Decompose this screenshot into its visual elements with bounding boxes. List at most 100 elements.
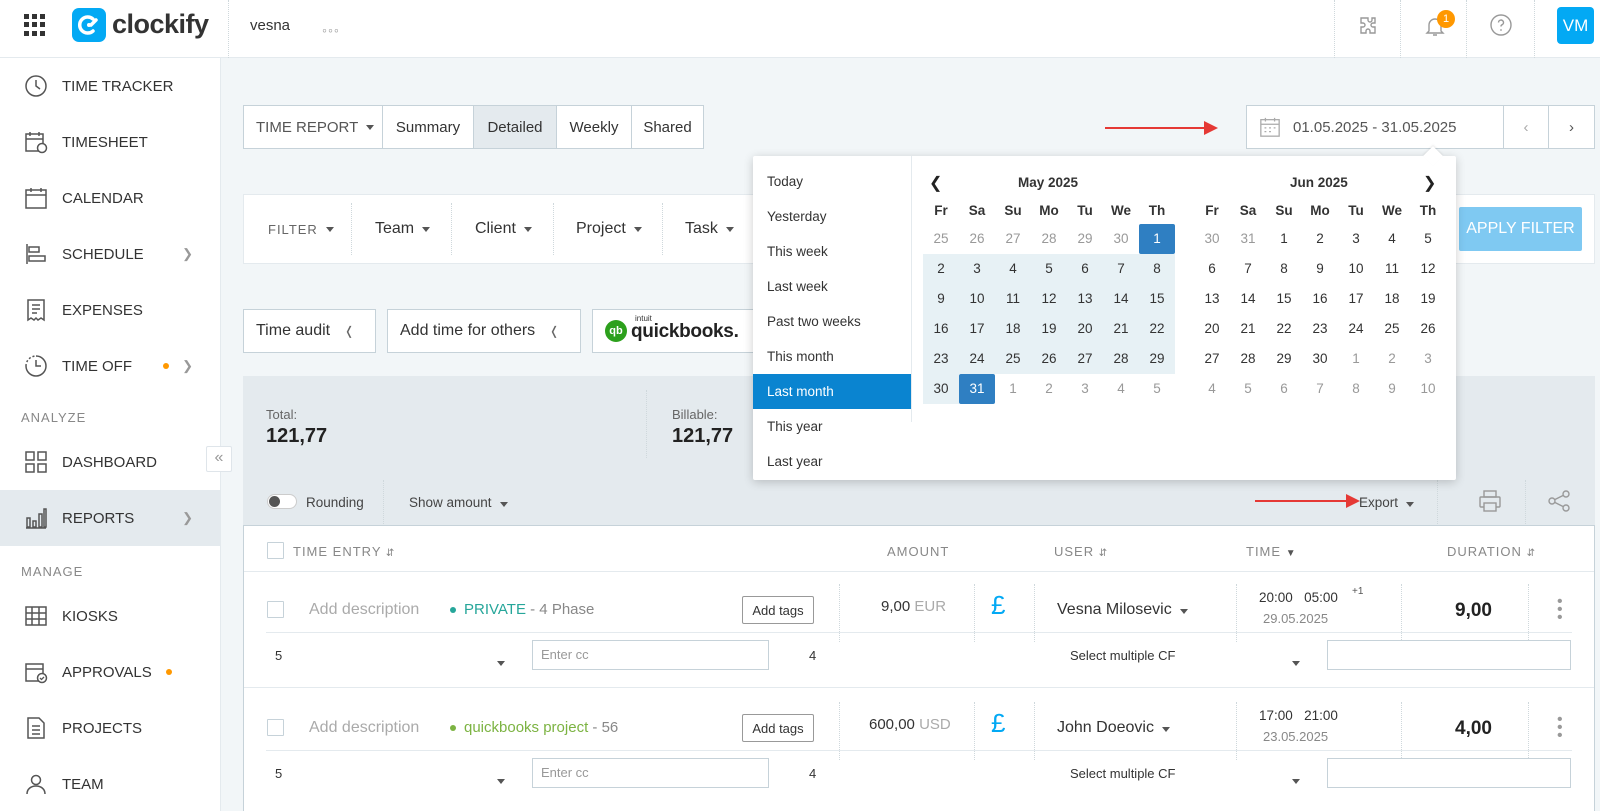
calendar-day[interactable]: 7 (1103, 254, 1139, 284)
workspace-name[interactable]: vesna (250, 17, 290, 34)
calendar-day[interactable]: 13 (1067, 284, 1103, 314)
calendar-day[interactable]: 15 (1139, 284, 1175, 314)
time-range[interactable]: 17:00 21:00 (1259, 708, 1338, 723)
more-vertical-icon[interactable]: • • • (1557, 712, 1563, 744)
sidebar-item-projects[interactable]: PROJECTS (0, 700, 221, 756)
calendar-day[interactable]: 25 (923, 224, 959, 254)
show-amount-dropdown[interactable]: Show amount (409, 495, 508, 510)
preset-last-month[interactable]: Last month (753, 374, 911, 409)
preset-yesterday[interactable]: Yesterday (753, 199, 911, 234)
sidebar-item-kiosks[interactable]: KIOSKS (0, 588, 221, 644)
add-tags-button[interactable]: Add tags (742, 596, 814, 624)
tab-weekly[interactable]: Weekly (556, 105, 632, 149)
sidebar-item-team[interactable]: TEAM (0, 756, 221, 811)
sidebar-item-calendar[interactable]: CALENDAR (0, 170, 221, 226)
custom-field-multi-select[interactable]: Select multiple CF (1070, 648, 1175, 663)
caret-down-icon[interactable] (489, 653, 505, 670)
calendar-day[interactable]: 31 (1230, 224, 1266, 254)
calendar-day[interactable]: 28 (1031, 224, 1067, 254)
calendar-day[interactable]: 28 (1103, 344, 1139, 374)
caret-down-icon[interactable] (489, 771, 505, 788)
time-audit-dropdown[interactable]: Time audit ❬ (243, 309, 376, 353)
calendar-day[interactable]: 30 (1302, 344, 1338, 374)
preset-last-week[interactable]: Last week (753, 269, 911, 304)
calendar-day[interactable]: 27 (1067, 344, 1103, 374)
tab-shared[interactable]: Shared (631, 105, 704, 149)
calendar-day[interactable]: 6 (1266, 374, 1302, 404)
calendar-day[interactable]: 4 (1374, 224, 1410, 254)
custom-field-number[interactable]: 5 (275, 648, 282, 663)
calendar-day[interactable]: 29 (1266, 344, 1302, 374)
calendar-day[interactable]: 15 (1266, 284, 1302, 314)
calendar-day[interactable]: 12 (1410, 254, 1446, 284)
calendar-day[interactable]: 18 (995, 314, 1031, 344)
sidebar-item-time-tracker[interactable]: TIME TRACKER (0, 58, 221, 114)
calendar-day[interactable]: 11 (995, 284, 1031, 314)
calendar-day[interactable]: 8 (1266, 254, 1302, 284)
sidebar-item-expenses[interactable]: EXPENSES (0, 282, 221, 338)
calendar-day[interactable]: 10 (1410, 374, 1446, 404)
calendar-day[interactable]: 7 (1230, 254, 1266, 284)
calendar-day[interactable]: 5 (1031, 254, 1067, 284)
calendar-day[interactable]: 10 (1338, 254, 1374, 284)
rounding-toggle[interactable] (267, 494, 297, 509)
sidebar-item-timesheet[interactable]: TIMESHEET (0, 114, 221, 170)
custom-field-input[interactable] (1327, 758, 1571, 788)
calendar-day[interactable]: 2 (923, 254, 959, 284)
calendar-day[interactable]: 9 (1302, 254, 1338, 284)
user-dropdown[interactable]: John Doeovic (1057, 719, 1170, 737)
calendar-day[interactable]: 5 (1410, 224, 1446, 254)
sidebar-item-reports[interactable]: REPORTS ❯ (0, 490, 221, 546)
row-checkbox[interactable] (267, 601, 284, 618)
calendar-day[interactable]: 20 (1194, 314, 1230, 344)
custom-field-text-input[interactable]: Enter cc (532, 640, 769, 670)
calendar-day[interactable]: 23 (923, 344, 959, 374)
calendar-day[interactable]: 5 (1139, 374, 1175, 404)
calendar-day[interactable]: 14 (1230, 284, 1266, 314)
calendar-day[interactable]: 9 (1374, 374, 1410, 404)
calendar-day[interactable]: 27 (1194, 344, 1230, 374)
calendar-day[interactable]: 17 (959, 314, 995, 344)
preset-this-year[interactable]: This year (753, 409, 911, 444)
description-input[interactable]: Add description (309, 719, 419, 737)
calendar-day[interactable]: 1 (1139, 224, 1175, 254)
project-label[interactable]: PRIVATE - 4 Phase (450, 601, 594, 618)
calendar-day[interactable]: 31 (959, 374, 995, 404)
custom-field-text-input[interactable]: Enter cc (532, 758, 769, 788)
add-time-for-others-dropdown[interactable]: Add time for others ❬ (387, 309, 581, 353)
print-icon[interactable] (1478, 489, 1502, 513)
calendar-day[interactable]: 20 (1067, 314, 1103, 344)
calendar-day[interactable]: 16 (923, 314, 959, 344)
calendar-day[interactable]: 3 (1410, 344, 1446, 374)
entry-date[interactable]: 23.05.2025 (1263, 729, 1328, 744)
calendar-day[interactable]: 3 (959, 254, 995, 284)
calendar-day[interactable]: 22 (1139, 314, 1175, 344)
billable-icon[interactable]: £ (991, 590, 1005, 621)
more-vertical-icon[interactable]: • • • (1557, 594, 1563, 626)
calendar-day[interactable]: 26 (1031, 344, 1067, 374)
custom-field-value[interactable]: 4 (809, 766, 816, 781)
calendar-day[interactable]: 9 (923, 284, 959, 314)
row-checkbox[interactable] (267, 719, 284, 736)
calendar-day[interactable]: 2 (1374, 344, 1410, 374)
calendar-day[interactable]: 17 (1338, 284, 1374, 314)
duration-value[interactable]: 4,00 (1455, 718, 1492, 740)
sidebar-item-approvals[interactable]: APPROVALS (0, 644, 221, 700)
calendar-day[interactable]: 3 (1338, 224, 1374, 254)
column-user[interactable]: USER ⇵ (1054, 544, 1108, 559)
calendar-day[interactable]: 23 (1302, 314, 1338, 344)
calendar-day[interactable]: 25 (1374, 314, 1410, 344)
calendar-day[interactable]: 5 (1230, 374, 1266, 404)
calendar-day[interactable]: 25 (995, 344, 1031, 374)
caret-down-icon[interactable] (1284, 771, 1300, 788)
tab-summary[interactable]: Summary (382, 105, 474, 149)
sidebar-item-time-off[interactable]: TIME OFF ❯ (0, 338, 221, 394)
date-range-picker[interactable]: 01.05.2025 - 31.05.2025 (1246, 105, 1504, 149)
filter-project[interactable]: Project (576, 195, 642, 263)
calendar-day[interactable]: 24 (1338, 314, 1374, 344)
next-month-button[interactable]: ❯ (1423, 173, 1436, 193)
calendar-day[interactable]: 1 (995, 374, 1031, 404)
help-icon[interactable] (1489, 13, 1513, 37)
calendar-day[interactable]: 4 (995, 254, 1031, 284)
filter-task[interactable]: Task (685, 195, 734, 263)
